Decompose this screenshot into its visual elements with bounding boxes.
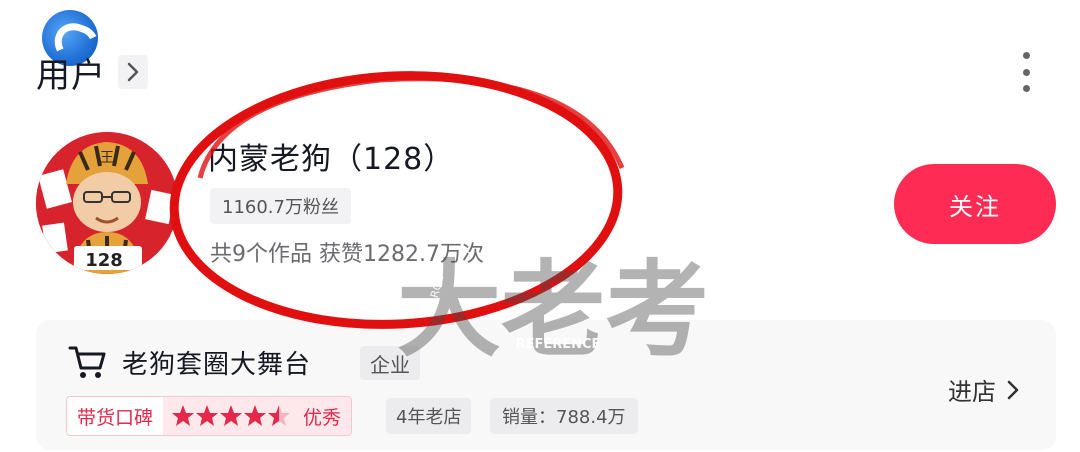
user-stats: 共9个作品 获赞1282.7万次 bbox=[210, 242, 484, 267]
enter-shop-button[interactable]: 进店 bbox=[948, 372, 1020, 407]
section-header[interactable]: 用户 bbox=[36, 52, 148, 96]
svg-text:王: 王 bbox=[100, 150, 114, 166]
more-vertical-icon[interactable] bbox=[1018, 52, 1034, 92]
sales-tag: 销量：788.4万 bbox=[490, 398, 638, 434]
section-title: 用户 bbox=[36, 55, 106, 96]
star-icons bbox=[172, 405, 291, 426]
rating-stars bbox=[163, 397, 302, 435]
enterprise-tag: 企业 bbox=[360, 346, 420, 380]
enter-shop-label: 进店 bbox=[948, 378, 996, 406]
chevron-right-icon bbox=[1007, 380, 1019, 399]
fans-count: 1160.7万粉丝 bbox=[210, 188, 351, 224]
chevron-right-icon[interactable] bbox=[118, 55, 148, 89]
avatar-caption: 128 bbox=[85, 250, 123, 271]
shop-card[interactable]: 老狗套圈大舞台 企业 带货口碑 优秀 4年老店 销量：788.4万 进店 bbox=[36, 320, 1056, 450]
cart-icon bbox=[68, 346, 106, 378]
user-search-result: 用户 王 128 内蒙老狗（128） 1160.7万粉丝 共9个作品 获赞128… bbox=[0, 0, 1080, 452]
shop-name[interactable]: 老狗套圈大舞台 bbox=[122, 344, 311, 381]
rating-label: 带货口碑 bbox=[67, 397, 164, 435]
user-name[interactable]: 内蒙老狗（128） bbox=[208, 134, 454, 178]
rating-grade: 优秀 bbox=[301, 397, 352, 435]
rating-badge: 带货口碑 优秀 bbox=[66, 396, 353, 436]
watermark-side: LARGE bbox=[424, 274, 446, 313]
shop-age-tag: 4年老店 bbox=[386, 398, 472, 434]
avatar[interactable]: 王 128 bbox=[36, 132, 178, 274]
follow-button[interactable]: 关注 bbox=[894, 164, 1056, 244]
